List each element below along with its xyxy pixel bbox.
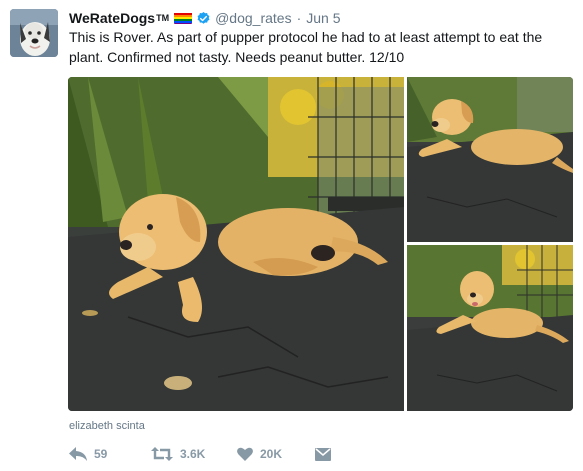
display-name[interactable]: WeRateDogs — [69, 10, 155, 26]
retweet-count: 3.6K — [180, 447, 206, 461]
retweet-button[interactable]: 3.6K — [151, 447, 237, 461]
envelope-icon — [315, 447, 331, 461]
tweet-date[interactable]: Jun 5 — [306, 10, 340, 26]
reply-count: 59 — [94, 447, 108, 461]
photo-credit[interactable]: elizabeth scinta — [69, 420, 145, 432]
like-button[interactable]: 20K — [237, 447, 315, 461]
rainbow-flag-icon — [174, 12, 193, 24]
reply-button[interactable]: 59 — [69, 447, 151, 461]
media-grid — [68, 77, 573, 411]
tweet-text: This is Rover. As part of pupper protoco… — [69, 29, 543, 65]
separator-dot: · — [296, 10, 302, 26]
heart-icon — [237, 447, 253, 461]
direct-message-button[interactable] — [315, 447, 331, 461]
dog-photo-bottom[interactable] — [407, 245, 573, 411]
reply-icon — [69, 447, 87, 461]
tweet-actions: 59 3.6K 20K — [69, 444, 331, 464]
trademark-symbol: TM — [156, 13, 170, 23]
tweet-header: WeRateDogs TM @dog_rates · Jun 5 — [69, 8, 341, 28]
avatar[interactable] — [10, 9, 58, 57]
verified-badge-icon — [196, 11, 211, 26]
retweet-icon — [151, 447, 173, 461]
dog-photo-top[interactable] — [407, 77, 573, 242]
dog-photo-main[interactable] — [68, 77, 404, 411]
like-count: 20K — [260, 447, 283, 461]
dog-avatar-image — [10, 9, 58, 57]
user-handle[interactable]: @dog_rates — [215, 10, 291, 26]
